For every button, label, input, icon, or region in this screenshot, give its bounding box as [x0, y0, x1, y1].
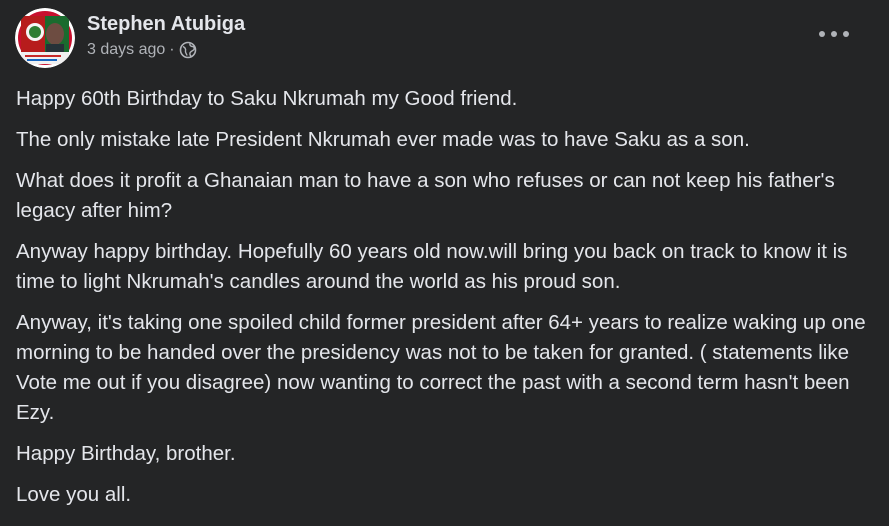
author-name[interactable]: Stephen Atubiga	[87, 11, 245, 37]
post-paragraph: Happy 60th Birthday to Saku Nkrumah my G…	[16, 87, 518, 110]
more-options-icon[interactable]	[819, 24, 849, 44]
post-meta: Stephen Atubiga 3 days ago ·	[87, 11, 245, 60]
post-paragraph: Anyway, it's taking one spoiled child fo…	[16, 311, 866, 424]
avatar-image	[15, 8, 75, 68]
post-paragraph: What does it profit a Ghanaian man to ha…	[16, 169, 835, 222]
post-paragraph: Anyway happy birthday. Hopefully 60 year…	[16, 240, 848, 293]
facebook-post: Stephen Atubiga 3 days ago · Happy 60th …	[0, 0, 889, 526]
avatar[interactable]	[15, 8, 75, 68]
post-subline: 3 days ago ·	[87, 40, 245, 60]
more-dot	[831, 31, 837, 37]
post-paragraph: Love you all.	[16, 483, 132, 506]
globe-icon[interactable]	[179, 41, 197, 59]
post-paragraph: Happy Birthday, brother.	[16, 442, 236, 465]
post-body: Happy 60th Birthday to Saku Nkrumah my G…	[16, 84, 866, 521]
post-paragraph: The only mistake late President Nkrumah …	[16, 128, 750, 151]
more-dot	[819, 31, 825, 37]
more-dot	[843, 31, 849, 37]
separator-dot: ·	[169, 40, 175, 58]
post-timestamp[interactable]: 3 days ago	[87, 40, 165, 60]
post-header: Stephen Atubiga 3 days ago ·	[15, 8, 245, 68]
